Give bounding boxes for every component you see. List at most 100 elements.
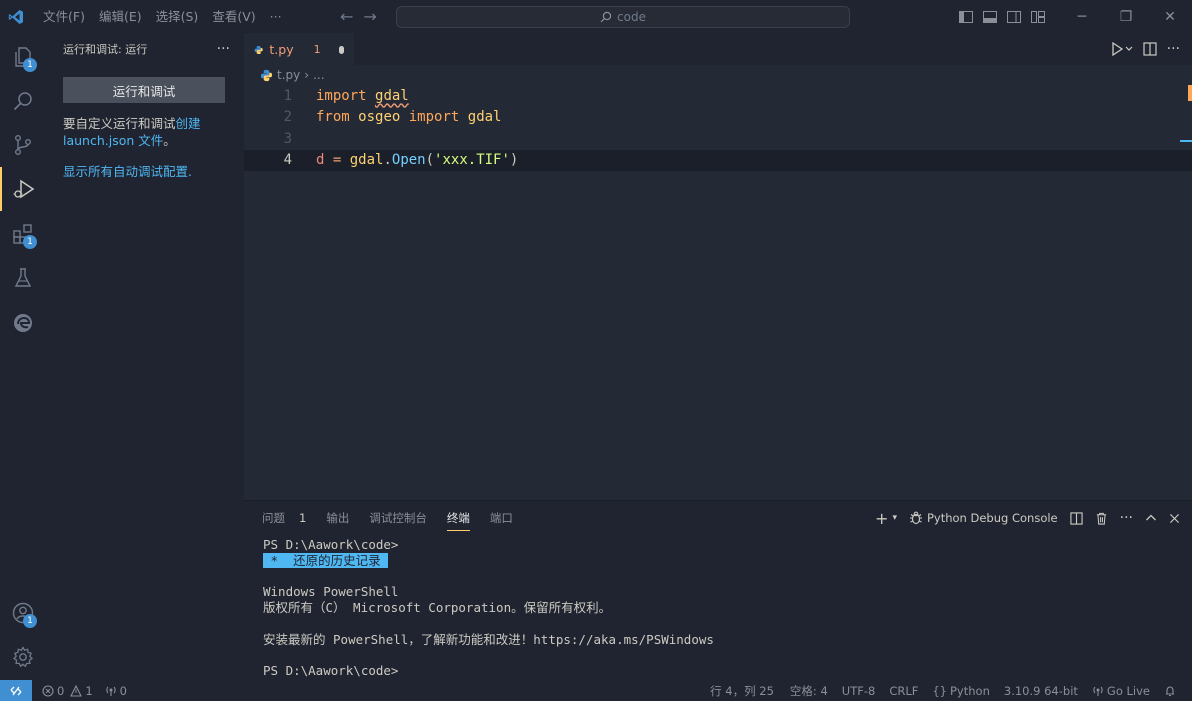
- python-file-icon: [254, 45, 263, 54]
- problems-status[interactable]: 0 1: [36, 684, 99, 698]
- activity-bar: 1 1 1: [0, 33, 45, 680]
- sidebar-more-icon[interactable]: ···: [217, 41, 230, 57]
- restore-icon[interactable]: ❐: [1104, 0, 1148, 33]
- source-control-icon[interactable]: [0, 123, 45, 167]
- run-debug-sidebar: 运行和调试: 运行 ··· 运行和调试 要自定义运行和调试创建 launch.j…: [45, 33, 244, 680]
- command-center-search[interactable]: code: [396, 6, 850, 28]
- toggle-panel-icon[interactable]: [978, 0, 1002, 33]
- ports-count: 0: [119, 683, 127, 698]
- dot: .: [383, 152, 392, 169]
- accounts-badge: 1: [23, 614, 37, 628]
- close-window-icon[interactable]: ✕: [1148, 0, 1192, 33]
- extensions-icon[interactable]: 1: [0, 212, 45, 256]
- language-mode[interactable]: {} Python: [926, 684, 996, 698]
- show-auto-debug-configs-link[interactable]: 显示所有自动调试配置.: [63, 161, 244, 180]
- breadcrumb: t.py › ...: [244, 65, 1192, 85]
- tab-problems[interactable]: 问题 1: [262, 506, 306, 530]
- debug-bug-icon: [909, 511, 922, 525]
- tab-output[interactable]: 输出: [326, 506, 349, 530]
- terminal-output[interactable]: PS D:\Aawork\code> * 还原的历史记录 Windows Pow…: [244, 535, 1192, 679]
- tab-terminal[interactable]: 终端: [446, 506, 470, 531]
- panel-actions: + ▾ Python Debug Console ···: [875, 501, 1180, 535]
- testing-icon[interactable]: [0, 256, 45, 300]
- bottom-panel: 问题 1 输出 调试控制台 终端 端口 + ▾ Python Debug Cons…: [244, 500, 1192, 680]
- maximize-panel-chevron-up-icon[interactable]: [1145, 512, 1157, 524]
- terminal-line: PS D:\Aawork\code>: [263, 537, 399, 552]
- problems-count: 1: [299, 511, 307, 525]
- end-of-line[interactable]: CRLF: [883, 684, 924, 698]
- sidebar-title: 运行和调试: 运行: [63, 43, 148, 56]
- package-name: osgeo: [358, 109, 401, 126]
- toggle-secondary-sidebar-icon[interactable]: [1002, 0, 1026, 33]
- code-editor[interactable]: 1 import gdal 2 from osgeo import gdal 3…: [244, 85, 1192, 171]
- customize-layout-icon[interactable]: [1026, 0, 1050, 33]
- go-live-label: Go Live: [1106, 683, 1150, 698]
- toggle-sidebar-icon[interactable]: [954, 0, 978, 33]
- tab-debug-console[interactable]: 调试控制台: [369, 506, 427, 530]
- explorer-icon[interactable]: 1: [0, 35, 45, 79]
- menu-more[interactable]: ···: [263, 0, 289, 33]
- menu-bar: 文件(F) 编辑(E) 选择(S) 查看(V) ···: [36, 0, 289, 33]
- terminal-line: Windows PowerShell: [263, 584, 399, 600]
- python-file-icon: [260, 69, 273, 81]
- back-arrow-icon[interactable]: ←: [340, 7, 353, 26]
- line-number: 4: [283, 152, 292, 169]
- sidebar-header: 运行和调试: 运行 ···: [45, 33, 244, 65]
- run-python-file-icon[interactable]: [1111, 42, 1133, 56]
- terminal-dropdown-chevron-icon[interactable]: ▾: [892, 513, 897, 523]
- notifications-bell-icon[interactable]: [1158, 685, 1182, 697]
- close-panel-icon[interactable]: [1169, 513, 1180, 524]
- sidebar-description: 要自定义运行和调试创建 launch.json 文件。: [63, 115, 233, 149]
- settings-gear-icon[interactable]: [0, 635, 45, 679]
- terminal-line: 版权所有（C） Microsoft Corporation。保留所有权利。: [263, 600, 612, 616]
- split-editor-icon[interactable]: [1143, 42, 1157, 56]
- title-bar: 文件(F) 编辑(E) 选择(S) 查看(V) ··· ← → code ─ ❐…: [0, 0, 1192, 33]
- run-and-debug-icon[interactable]: [0, 167, 45, 211]
- ports-status[interactable]: 0: [99, 684, 133, 698]
- status-right: 行 4，列 25 空格: 4 UTF-8 CRLF {} Python 3.10…: [704, 680, 1182, 701]
- tab-ports[interactable]: 端口: [490, 506, 513, 530]
- editor-more-icon[interactable]: ···: [1167, 41, 1180, 57]
- tab-problem-count: 1: [313, 43, 321, 56]
- forward-arrow-icon[interactable]: →: [363, 7, 376, 26]
- description-text: 要自定义运行和调试: [63, 116, 176, 131]
- go-live-button[interactable]: Go Live: [1086, 684, 1156, 698]
- remote-indicator-icon[interactable]: [0, 680, 32, 701]
- accounts-icon[interactable]: 1: [0, 591, 45, 635]
- cursor-position[interactable]: 行 4，列 25: [704, 683, 780, 699]
- panel-more-icon[interactable]: ···: [1120, 510, 1133, 526]
- tab-problems-label: 问题: [262, 511, 285, 525]
- split-terminal-icon[interactable]: [1070, 511, 1083, 525]
- python-interpreter[interactable]: 3.10.9 64-bit: [998, 684, 1084, 698]
- breadcrumb-rest[interactable]: ...: [313, 68, 324, 82]
- indentation[interactable]: 空格: 4: [784, 683, 834, 699]
- keyword: import: [408, 109, 460, 126]
- new-terminal-icon[interactable]: +: [875, 509, 888, 528]
- terminal-selector[interactable]: Python Debug Console: [909, 511, 1058, 525]
- menu-edit[interactable]: 编辑(E): [92, 0, 149, 33]
- trash-icon[interactable]: [1095, 512, 1108, 525]
- broadcast-icon: [1093, 686, 1103, 696]
- run-and-debug-button[interactable]: 运行和调试: [63, 77, 225, 103]
- explorer-badge: 1: [23, 58, 37, 72]
- menu-file[interactable]: 文件(F): [36, 0, 92, 33]
- minimize-icon[interactable]: ─: [1060, 0, 1104, 33]
- menu-view[interactable]: 查看(V): [205, 0, 262, 33]
- unsaved-dot-icon[interactable]: [338, 45, 344, 54]
- tab-t-py[interactable]: t.py 1: [244, 33, 354, 65]
- code-line: 3: [244, 128, 1192, 150]
- keyword: from: [316, 109, 350, 126]
- encoding[interactable]: UTF-8: [836, 684, 882, 698]
- edge-devtools-icon[interactable]: [0, 301, 45, 345]
- error-icon: [42, 684, 54, 697]
- overview-ruler-warning: [1188, 85, 1192, 101]
- broadcast-icon: [105, 686, 116, 696]
- search-view-icon[interactable]: [0, 79, 45, 123]
- terminal-line: 安装最新的 PowerShell，了解新功能和改进！https://aka.ms…: [263, 631, 714, 647]
- title-actions: ─ ❐ ✕: [954, 0, 1192, 33]
- breadcrumb-file[interactable]: t.py: [277, 68, 300, 82]
- menu-selection[interactable]: 选择(S): [149, 0, 206, 33]
- warning-icon: [70, 684, 83, 697]
